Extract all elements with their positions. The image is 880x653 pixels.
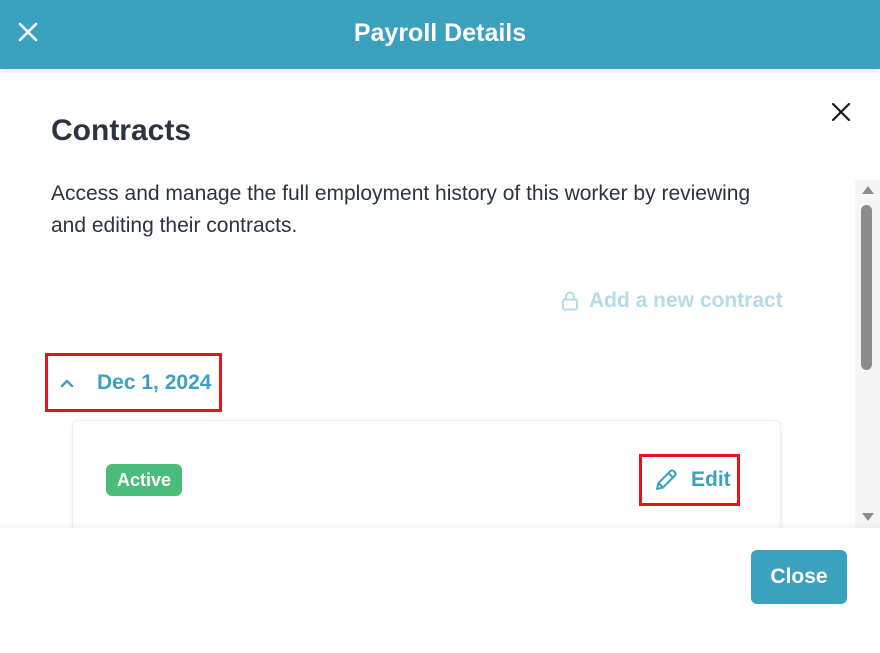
edit-label: Edit — [691, 468, 731, 491]
add-contract-label: Add a new contract — [589, 289, 783, 312]
section-title: Contracts — [51, 114, 192, 147]
pencil-icon — [656, 469, 677, 490]
modal-title: Payroll Details — [353, 19, 527, 47]
lock-icon — [562, 291, 578, 311]
add-contract-link[interactable]: Add a new contract — [561, 286, 783, 316]
status-badge: Active — [106, 464, 183, 496]
chevron-up-icon — [60, 379, 74, 387]
edit-contract-button[interactable]: Edit — [639, 454, 740, 506]
modal-header: Payroll Details — [0, 0, 880, 69]
contract-date: Dec 1, 2024 — [97, 370, 212, 394]
scrollbar-thumb[interactable] — [861, 205, 872, 370]
modal-footer: Close — [0, 528, 880, 653]
vertical-scrollbar[interactable] — [855, 180, 880, 528]
section-description: Access and manage the full employment hi… — [51, 182, 751, 237]
contract-accordion-toggle[interactable]: Dec 1, 2024 — [45, 353, 222, 412]
scroll-up-arrow-icon[interactable] — [860, 183, 876, 195]
close-button[interactable]: Close — [751, 550, 847, 604]
close-icon[interactable] — [830, 101, 852, 123]
scroll-down-arrow-icon[interactable] — [860, 512, 876, 524]
